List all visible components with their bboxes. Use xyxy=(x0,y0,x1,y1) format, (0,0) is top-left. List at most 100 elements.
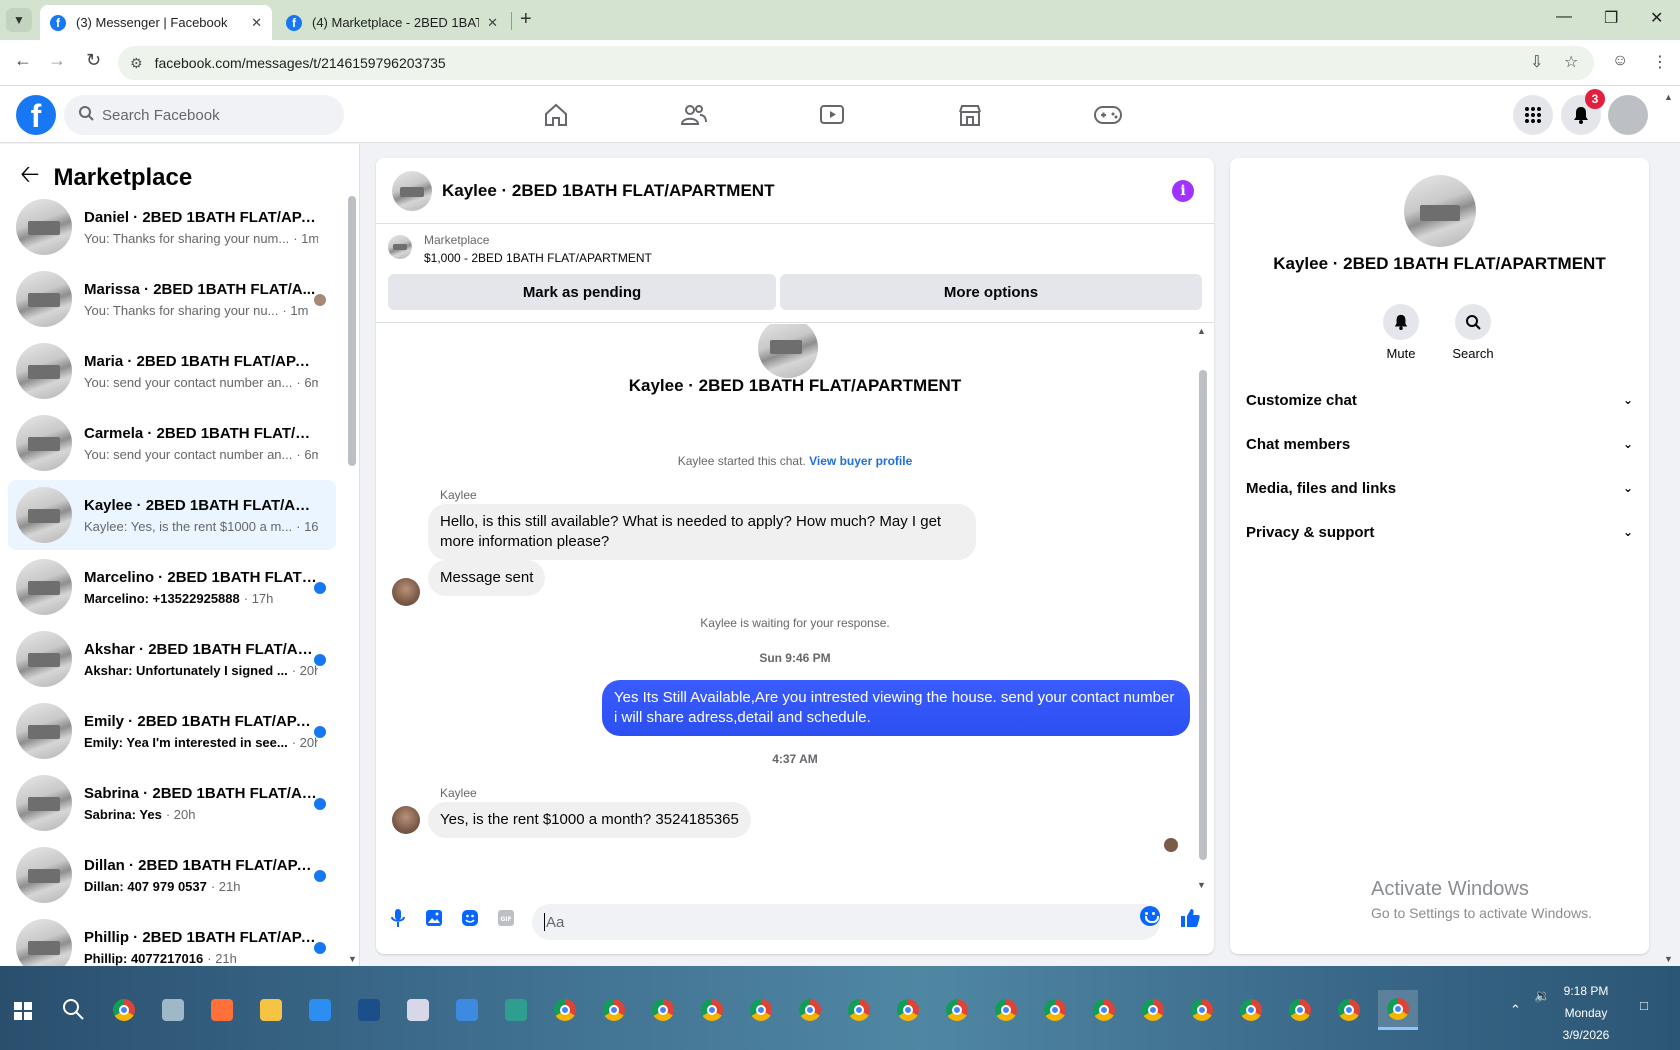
app-icon[interactable] xyxy=(398,990,438,1030)
taskbar-search-icon[interactable] xyxy=(62,998,84,1020)
conversation-item[interactable]: Phillip · 2BED 1BATH FLAT/APA... Phillip:… xyxy=(8,912,336,966)
conversation-item[interactable]: Maria · 2BED 1BATH FLAT/APAR... You: send… xyxy=(8,336,336,406)
sender-avatar[interactable] xyxy=(392,578,420,606)
new-tab-button[interactable]: + xyxy=(520,8,532,31)
facebook-search-input[interactable]: Search Facebook xyxy=(64,95,344,135)
chrome-app-icon[interactable] xyxy=(692,990,732,1030)
conversation-item[interactable]: Marissa · 2BED 1BATH FLAT/A... You: Thank… xyxy=(8,264,336,334)
home-icon[interactable] xyxy=(536,98,576,132)
more-options-button[interactable]: More options xyxy=(780,274,1202,310)
chrome-app-icon[interactable] xyxy=(1035,990,1075,1030)
chrome-app-icon[interactable] xyxy=(839,990,879,1030)
conversation-item[interactable]: Dillan · 2BED 1BATH FLAT/APA... Dillan: 4… xyxy=(8,840,336,910)
minimize-button[interactable]: — xyxy=(1556,8,1572,26)
microphone-icon[interactable] xyxy=(386,906,410,930)
gif-icon[interactable]: GIF xyxy=(494,906,518,930)
incoming-message[interactable]: Hello, is this still available? What is … xyxy=(428,504,976,560)
close-tab-icon[interactable]: ✕ xyxy=(251,15,262,31)
sender-avatar[interactable] xyxy=(392,806,420,834)
chat-title[interactable]: Kaylee · 2BED 1BATH FLAT/APARTMENT xyxy=(442,181,774,201)
tab-search-button[interactable]: ▼ xyxy=(6,8,32,32)
incoming-message[interactable]: Message sent xyxy=(428,560,546,596)
privacy-support-row[interactable]: Privacy & support ⌄ xyxy=(1246,512,1633,552)
chrome-app-icon[interactable] xyxy=(1231,990,1271,1030)
forward-button[interactable]: → xyxy=(48,50,66,71)
reload-button[interactable]: ↻ xyxy=(86,50,101,71)
chrome-app-icon[interactable] xyxy=(1182,990,1222,1030)
search-in-chat-button[interactable]: Search xyxy=(1438,304,1508,361)
sticker-icon[interactable] xyxy=(458,906,482,930)
menu-grid-icon[interactable] xyxy=(1513,95,1553,135)
file-app-icon[interactable] xyxy=(153,990,193,1030)
conversation-item[interactable]: Sabrina · 2BED 1BATH FLAT/AP... Sabrina: … xyxy=(8,768,336,838)
account-avatar[interactable] xyxy=(1608,95,1648,135)
edge-app-icon[interactable] xyxy=(496,990,536,1030)
chrome-app-icon[interactable] xyxy=(545,990,585,1030)
chrome-app-icon[interactable] xyxy=(888,990,928,1030)
install-app-icon[interactable]: ⇩ xyxy=(1530,52,1543,72)
bookmark-star-icon[interactable]: ☆ xyxy=(1564,52,1578,72)
chrome-app-icon[interactable] xyxy=(741,990,781,1030)
back-button[interactable]: ← xyxy=(14,50,32,71)
info-icon[interactable]: i xyxy=(1172,180,1194,202)
site-info-icon[interactable]: ⚙ xyxy=(130,55,143,72)
close-window-button[interactable]: ✕ xyxy=(1650,8,1663,28)
conversation-item[interactable]: Marcelino · 2BED 1BATH FLAT/... Marcelino… xyxy=(8,552,336,622)
chrome-app-icon[interactable] xyxy=(104,990,144,1030)
view-buyer-profile-link[interactable]: View buyer profile xyxy=(809,454,912,468)
chrome-app-icon[interactable] xyxy=(986,990,1026,1030)
chrome-app-icon[interactable] xyxy=(1280,990,1320,1030)
scroll-down-arrow[interactable]: ▼ xyxy=(348,954,357,964)
friends-icon[interactable] xyxy=(674,98,714,132)
chrome-app-icon[interactable] xyxy=(1329,990,1369,1030)
video-icon[interactable] xyxy=(812,98,852,132)
photo-icon[interactable] xyxy=(422,906,446,930)
firefox-app-icon[interactable] xyxy=(202,990,242,1030)
marketplace-icon[interactable] xyxy=(950,98,990,132)
windows-start-icon[interactable] xyxy=(14,1002,32,1020)
chrome-app-icon[interactable] xyxy=(937,990,977,1030)
incoming-message[interactable]: Yes, is the rent $1000 a month? 35241853… xyxy=(428,802,751,838)
gaming-icon[interactable] xyxy=(1088,98,1128,132)
app-icon[interactable] xyxy=(349,990,389,1030)
details-thumbnail[interactable] xyxy=(1404,175,1476,247)
browser-app-icon[interactable] xyxy=(300,990,340,1030)
tab-marketplace[interactable]: f (4) Marketplace - 2BED 1BATH F ✕ xyxy=(276,5,508,40)
scroll-down-arrow[interactable]: ▼ xyxy=(1197,880,1206,890)
page-scroll-down-arrow[interactable]: ▼ xyxy=(1664,954,1673,964)
chat-scrollbar[interactable] xyxy=(1199,370,1207,860)
conversation-item[interactable]: Kaylee · 2BED 1BATH FLAT/APAR... Kaylee: … xyxy=(8,480,336,550)
chrome-app-icon[interactable] xyxy=(643,990,683,1030)
close-tab-icon[interactable]: ✕ xyxy=(487,15,498,31)
facebook-logo[interactable]: f xyxy=(16,95,56,135)
scroll-up-arrow[interactable]: ▲ xyxy=(1197,326,1206,336)
restore-button[interactable]: ❐ xyxy=(1604,8,1618,28)
chrome-app-icon[interactable] xyxy=(1084,990,1124,1030)
action-center-icon[interactable]: □ xyxy=(1640,998,1648,1013)
app-icon[interactable] xyxy=(447,990,487,1030)
chat-members-row[interactable]: Chat members ⌄ xyxy=(1246,424,1633,464)
mark-as-pending-button[interactable]: Mark as pending xyxy=(388,274,776,310)
tray-overflow-icon[interactable]: ⌃ xyxy=(1510,1002,1521,1018)
conversation-item[interactable]: Emily · 2BED 1BATH FLAT/APA... Emily: Yea… xyxy=(8,696,336,766)
listing-thumbnail[interactable] xyxy=(388,235,412,259)
chrome-app-icon[interactable] xyxy=(790,990,830,1030)
url-omnibox[interactable]: ⚙ facebook.com/messages/t/21461597962037… xyxy=(118,46,1594,80)
emoji-icon[interactable] xyxy=(1140,906,1160,926)
taskbar-clock[interactable]: 9:18 PM Monday 3/9/2026 xyxy=(1548,980,1624,1046)
message-input[interactable]: Aa xyxy=(532,904,1160,940)
conversation-item[interactable]: Akshar · 2BED 1BATH FLAT/AP... Akshar: Un… xyxy=(8,624,336,694)
page-scroll-up-arrow[interactable]: ▲ xyxy=(1664,92,1673,102)
thumbs-up-icon[interactable] xyxy=(1178,906,1202,930)
file-explorer-icon[interactable] xyxy=(251,990,291,1030)
customize-chat-row[interactable]: Customize chat ⌄ xyxy=(1246,380,1633,420)
chrome-app-icon[interactable] xyxy=(1133,990,1173,1030)
profile-icon[interactable]: ☺ xyxy=(1612,52,1628,70)
listing-title[interactable]: $1,000 - 2BED 1BATH FLAT/APARTMENT xyxy=(424,251,652,265)
chat-listing-thumbnail[interactable] xyxy=(392,170,432,211)
conversation-item[interactable]: Carmela · 2BED 1BATH FLAT/AP... You: send… xyxy=(8,408,336,478)
chrome-app-icon[interactable] xyxy=(594,990,634,1030)
sidebar-scrollbar[interactable] xyxy=(348,196,356,466)
chrome-app-icon[interactable] xyxy=(1378,990,1418,1030)
media-files-links-row[interactable]: Media, files and links ⌄ xyxy=(1246,468,1633,508)
